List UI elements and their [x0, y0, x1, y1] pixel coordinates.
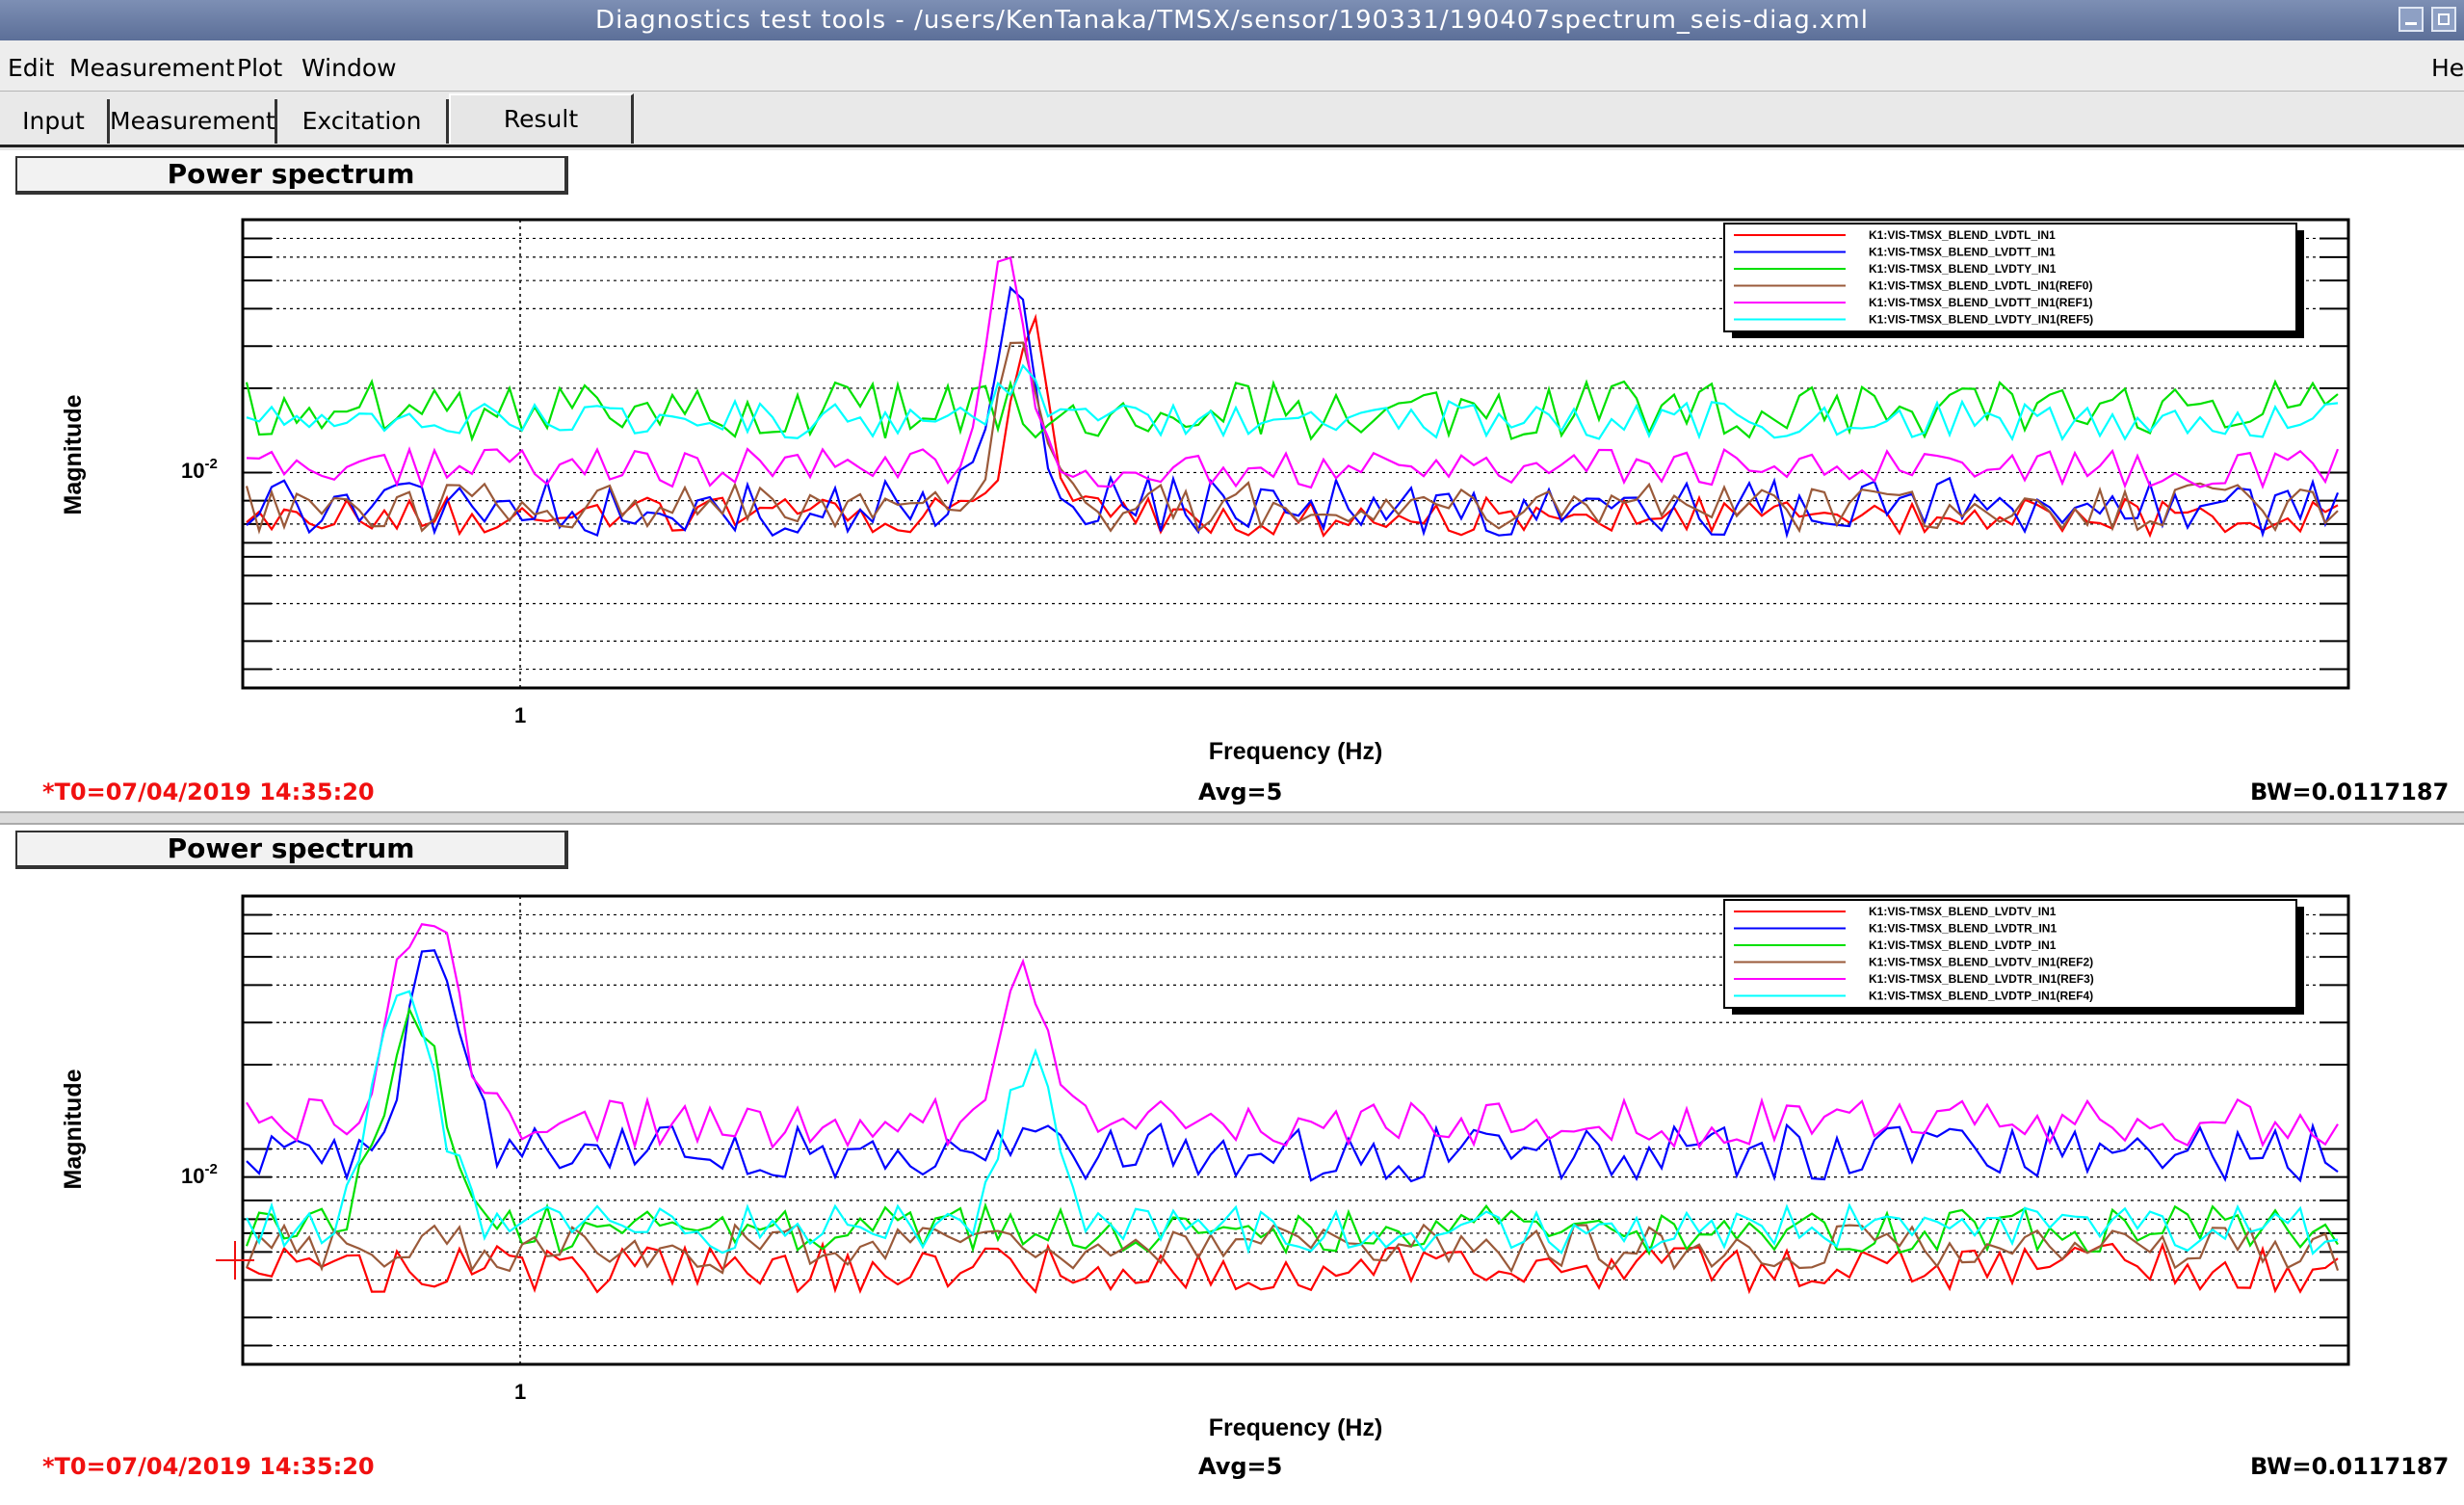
y-axis-label: Magnitude	[60, 394, 87, 515]
legend-entry: K1:VIS-TMSX_BLEND_LVDTY_IN1(REF5)	[1869, 313, 2093, 327]
avg-label: Avg=5	[1198, 779, 1283, 805]
legend-entry: K1:VIS-TMSX_BLEND_LVDTP_IN1(REF4)	[1869, 990, 2093, 1003]
legend: K1:VIS-TMSX_BLEND_LVDTL_IN1 K1:VIS-TMSX_B…	[1723, 223, 2304, 338]
menu-plot[interactable]: Plot	[237, 54, 282, 82]
plot-svg: K1:VIS-TMSX_BLEND_LVDTV_IN1 K1:VIS-TMSX_B…	[60, 894, 2350, 1441]
minimize-icon[interactable]	[2398, 7, 2424, 32]
y-axis-label: Magnitude	[60, 1069, 87, 1189]
t0-label: *T0=07/04/2019 14:35:20	[42, 1453, 375, 1480]
avg-label: Avg=5	[1198, 1453, 1283, 1480]
t0-label: *T0=07/04/2019 14:35:20	[42, 779, 375, 805]
panel-splitter[interactable]	[0, 811, 2464, 825]
x-axis-label: Frequency (Hz)	[1209, 1414, 1383, 1441]
menu-edit[interactable]: Edit	[8, 54, 54, 82]
legend-entry: K1:VIS-TMSX_BLEND_LVDTY_IN1	[1869, 262, 2057, 276]
legend-entry: K1:VIS-TMSX_BLEND_LVDTV_IN1(REF2)	[1869, 956, 2093, 969]
window-title: Diagnostics test tools - /users/KenTanak…	[595, 6, 1869, 35]
tab-bar: Input Measurement Excitation Result	[0, 92, 2464, 147]
menu-measurement[interactable]: Measurement	[69, 54, 235, 82]
legend-entry: K1:VIS-TMSX_BLEND_LVDTL_IN1	[1869, 228, 2056, 242]
y-tick-label: 10-2	[181, 456, 218, 483]
plot-svg: K1:VIS-TMSX_BLEND_LVDTL_IN1 K1:VIS-TMSX_B…	[60, 218, 2350, 765]
window-titlebar: Diagnostics test tools - /users/KenTanak…	[0, 0, 2464, 40]
legend: K1:VIS-TMSX_BLEND_LVDTV_IN1 K1:VIS-TMSX_B…	[1723, 899, 2304, 1015]
legend-entry: K1:VIS-TMSX_BLEND_LVDTL_IN1(REF0)	[1869, 279, 2092, 293]
x-axis-label: Frequency (Hz)	[1209, 738, 1383, 765]
legend-entry: K1:VIS-TMSX_BLEND_LVDTR_IN1	[1869, 922, 2057, 936]
bw-label: BW=0.0117187	[2250, 1453, 2450, 1480]
power-spectrum-panel-1: Power spectrum K1:VIS-TMSX_BLEND_LVDTL_I…	[0, 150, 2464, 831]
legend-entry: K1:VIS-TMSX_BLEND_LVDTT_IN1	[1869, 246, 2056, 259]
menu-window[interactable]: Window	[301, 54, 397, 82]
tab-excitation[interactable]: Excitation	[277, 99, 449, 144]
tab-measurement[interactable]: Measurement	[110, 99, 277, 144]
tab-result[interactable]: Result	[449, 93, 634, 144]
x-tick-label: 1	[514, 703, 526, 727]
maximize-icon[interactable]	[2431, 7, 2456, 32]
legend-entry: K1:VIS-TMSX_BLEND_LVDTP_IN1	[1869, 938, 2057, 952]
x-tick-label: 1	[514, 1380, 526, 1404]
power-spectrum-panel-2: Power spectrum K1:VIS-TMSX_BLEND_LVDTV_I…	[0, 825, 2464, 1505]
tab-input[interactable]: Input	[0, 99, 110, 144]
bw-label: BW=0.0117187	[2250, 779, 2450, 805]
y-tick-label: 10-2	[181, 1161, 218, 1188]
legend-entry: K1:VIS-TMSX_BLEND_LVDTT_IN1(REF1)	[1869, 296, 2092, 309]
legend-entry: K1:VIS-TMSX_BLEND_LVDTV_IN1	[1869, 905, 2057, 918]
menu-help[interactable]: He	[2431, 54, 2464, 82]
menu-bar: Edit Measurement Plot Window He	[0, 40, 2464, 92]
legend-entry: K1:VIS-TMSX_BLEND_LVDTR_IN1(REF3)	[1869, 972, 2094, 986]
